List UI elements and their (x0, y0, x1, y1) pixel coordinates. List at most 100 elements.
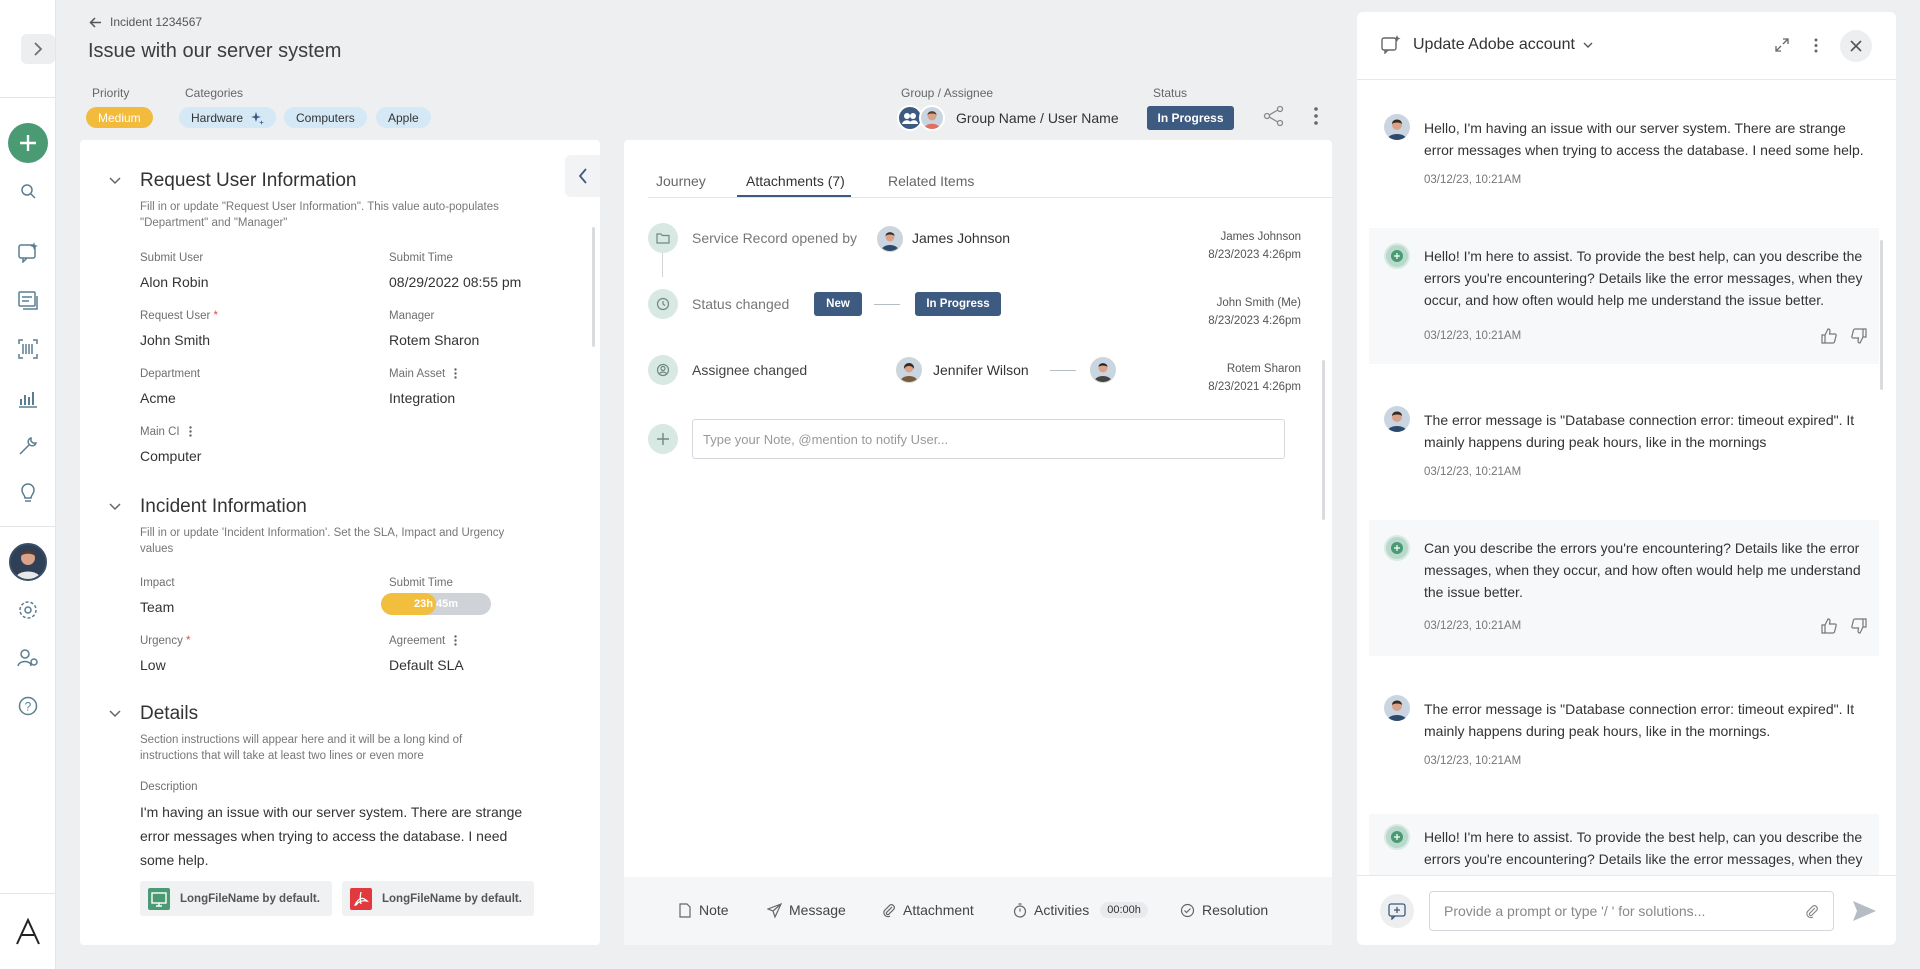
impact-value[interactable]: Team (140, 599, 174, 615)
priority-badge[interactable]: Medium (86, 107, 153, 128)
more-options-icon[interactable] (1306, 104, 1326, 128)
activities-action-button[interactable]: Activities 00:00h (1013, 902, 1148, 918)
admin-icon[interactable] (16, 646, 40, 670)
user-avatar (877, 226, 903, 252)
timeline-date: 8/23/2023 4:26pm (1208, 315, 1301, 327)
tools-icon[interactable] (16, 434, 40, 458)
help-icon[interactable]: ? (16, 694, 40, 718)
thumbs-down-icon[interactable] (1851, 618, 1867, 634)
attachment-file[interactable]: LongFileName by default. (342, 881, 534, 916)
chat-title-dropdown[interactable]: Update Adobe account (1413, 36, 1593, 54)
left-rail: ? (0, 0, 56, 969)
urgency-value[interactable]: Low (140, 657, 166, 673)
category-chip[interactable]: Computers (284, 107, 367, 128)
thumbs-up-icon[interactable] (1821, 328, 1837, 344)
manager-value[interactable]: Rotem Sharon (389, 332, 479, 348)
scrollbar[interactable] (1322, 360, 1325, 520)
tab-attachments[interactable]: Attachments (7) (746, 173, 845, 189)
kebab-icon[interactable] (454, 368, 458, 380)
timeline-user[interactable]: Jennifer Wilson (933, 362, 1029, 378)
message-action-button[interactable]: Message (767, 902, 846, 918)
expand-rail-button[interactable] (21, 34, 55, 64)
request-user-label: Request User (140, 310, 211, 322)
chevron-down-icon[interactable] (105, 704, 125, 724)
message-time: 03/12/23, 10:21AM (1424, 330, 1522, 342)
submit-user-value[interactable]: Alon Robin (140, 274, 209, 290)
chevron-down-icon[interactable] (105, 171, 125, 191)
kebab-icon[interactable] (189, 426, 192, 438)
prompt-input[interactable]: Provide a prompt or type '/ ' for soluti… (1429, 891, 1834, 931)
service-records-icon[interactable] (16, 288, 40, 312)
attachment-action-button[interactable]: Attachment (882, 902, 974, 918)
category-chip[interactable]: Hardware (179, 107, 277, 128)
field-label: Urgency * (140, 635, 191, 647)
create-new-button[interactable] (8, 123, 48, 163)
expand-icon[interactable] (1773, 36, 1791, 54)
more-options-icon[interactable] (1808, 36, 1824, 54)
thumbs-up-icon[interactable] (1821, 618, 1837, 634)
tab-related-items[interactable]: Related Items (888, 173, 974, 189)
share-icon[interactable] (1262, 104, 1286, 128)
chat-message-bot: Hello! I'm here to assist. To provide th… (1369, 814, 1879, 875)
search-icon[interactable] (16, 179, 40, 203)
resolution-action-button[interactable]: Resolution (1180, 902, 1268, 918)
timeline-user[interactable]: James Johnson (912, 230, 1010, 246)
field-label: Main CI (140, 426, 192, 438)
description-value[interactable]: I'm having an issue with our server syst… (140, 800, 540, 872)
close-chat-button[interactable] (1840, 30, 1872, 62)
note-input[interactable]: Type your Note, @mention to notify User.… (692, 419, 1285, 459)
sla-time-remaining: 23h 45m (413, 598, 459, 610)
lightbulb-icon[interactable] (16, 482, 40, 506)
submit-time-value[interactable]: 08/29/2022 08:55 pm (389, 274, 521, 290)
assignee-avatars[interactable] (897, 105, 945, 131)
agreement-value[interactable]: Default SLA (389, 657, 464, 673)
analytics-icon[interactable] (16, 386, 40, 410)
send-icon (767, 902, 782, 918)
action-label: Resolution (1202, 902, 1269, 918)
category-chip[interactable]: Apple (376, 107, 431, 128)
timeline-author: John Smith (Me) (1216, 297, 1301, 309)
timeline-text: Assignee changed (692, 362, 808, 378)
status-badge[interactable]: In Progress (1147, 106, 1234, 130)
send-button[interactable] (1850, 897, 1878, 925)
action-label: Activities (1034, 902, 1090, 918)
tab-journey[interactable]: Journey (656, 173, 706, 189)
chevron-left-icon (578, 168, 587, 184)
settings-icon[interactable] (16, 598, 40, 622)
section-title: Incident Information (140, 496, 307, 517)
scrollbar[interactable] (592, 227, 595, 347)
chat-scrollbar[interactable] (1880, 240, 1883, 390)
active-tab-indicator (737, 195, 851, 197)
department-value[interactable]: Acme (140, 390, 176, 406)
attachment-file[interactable]: LongFileName by default. (140, 881, 332, 916)
paperclip-icon[interactable] (1805, 904, 1819, 919)
field-label: Submit Time (389, 252, 453, 264)
breadcrumb[interactable]: Incident 1234567 (89, 15, 202, 29)
add-note-button[interactable] (648, 424, 678, 454)
barcode-icon[interactable] (16, 337, 40, 361)
prompt-library-button[interactable] (1380, 894, 1414, 928)
chevron-down-icon[interactable] (105, 497, 125, 517)
timeline-author: Rotem Sharon (1226, 363, 1301, 375)
ai-chat-icon[interactable] (16, 240, 40, 264)
request-user-value[interactable]: John Smith (140, 332, 210, 348)
user-avatar (1090, 357, 1116, 383)
user-avatar[interactable] (9, 543, 47, 581)
timeline-text: Service Record opened by (692, 230, 857, 246)
chevron-right-icon (34, 42, 43, 56)
thumbs-down-icon[interactable] (1851, 328, 1867, 344)
timeline-date: 8/23/2021 4:26pm (1208, 381, 1301, 393)
status-to-badge: In Progress (915, 292, 1001, 316)
required-mark: * (186, 635, 191, 647)
main-ci-value[interactable]: Computer (140, 448, 201, 464)
agreement-label: Agreement (389, 635, 446, 647)
note-action-button[interactable]: Note (678, 902, 729, 918)
collapse-panel-button[interactable] (565, 155, 600, 197)
main-asset-value[interactable]: Integration (389, 390, 455, 406)
group-assignee-value[interactable]: Group Name / User Name (956, 110, 1119, 126)
page-title: Issue with our server system (88, 40, 342, 62)
kebab-icon[interactable] (454, 635, 458, 647)
section-title: Request User Information (140, 170, 357, 191)
bot-avatar (1384, 243, 1410, 269)
prompt-placeholder: Provide a prompt or type '/ ' for soluti… (1444, 903, 1706, 919)
